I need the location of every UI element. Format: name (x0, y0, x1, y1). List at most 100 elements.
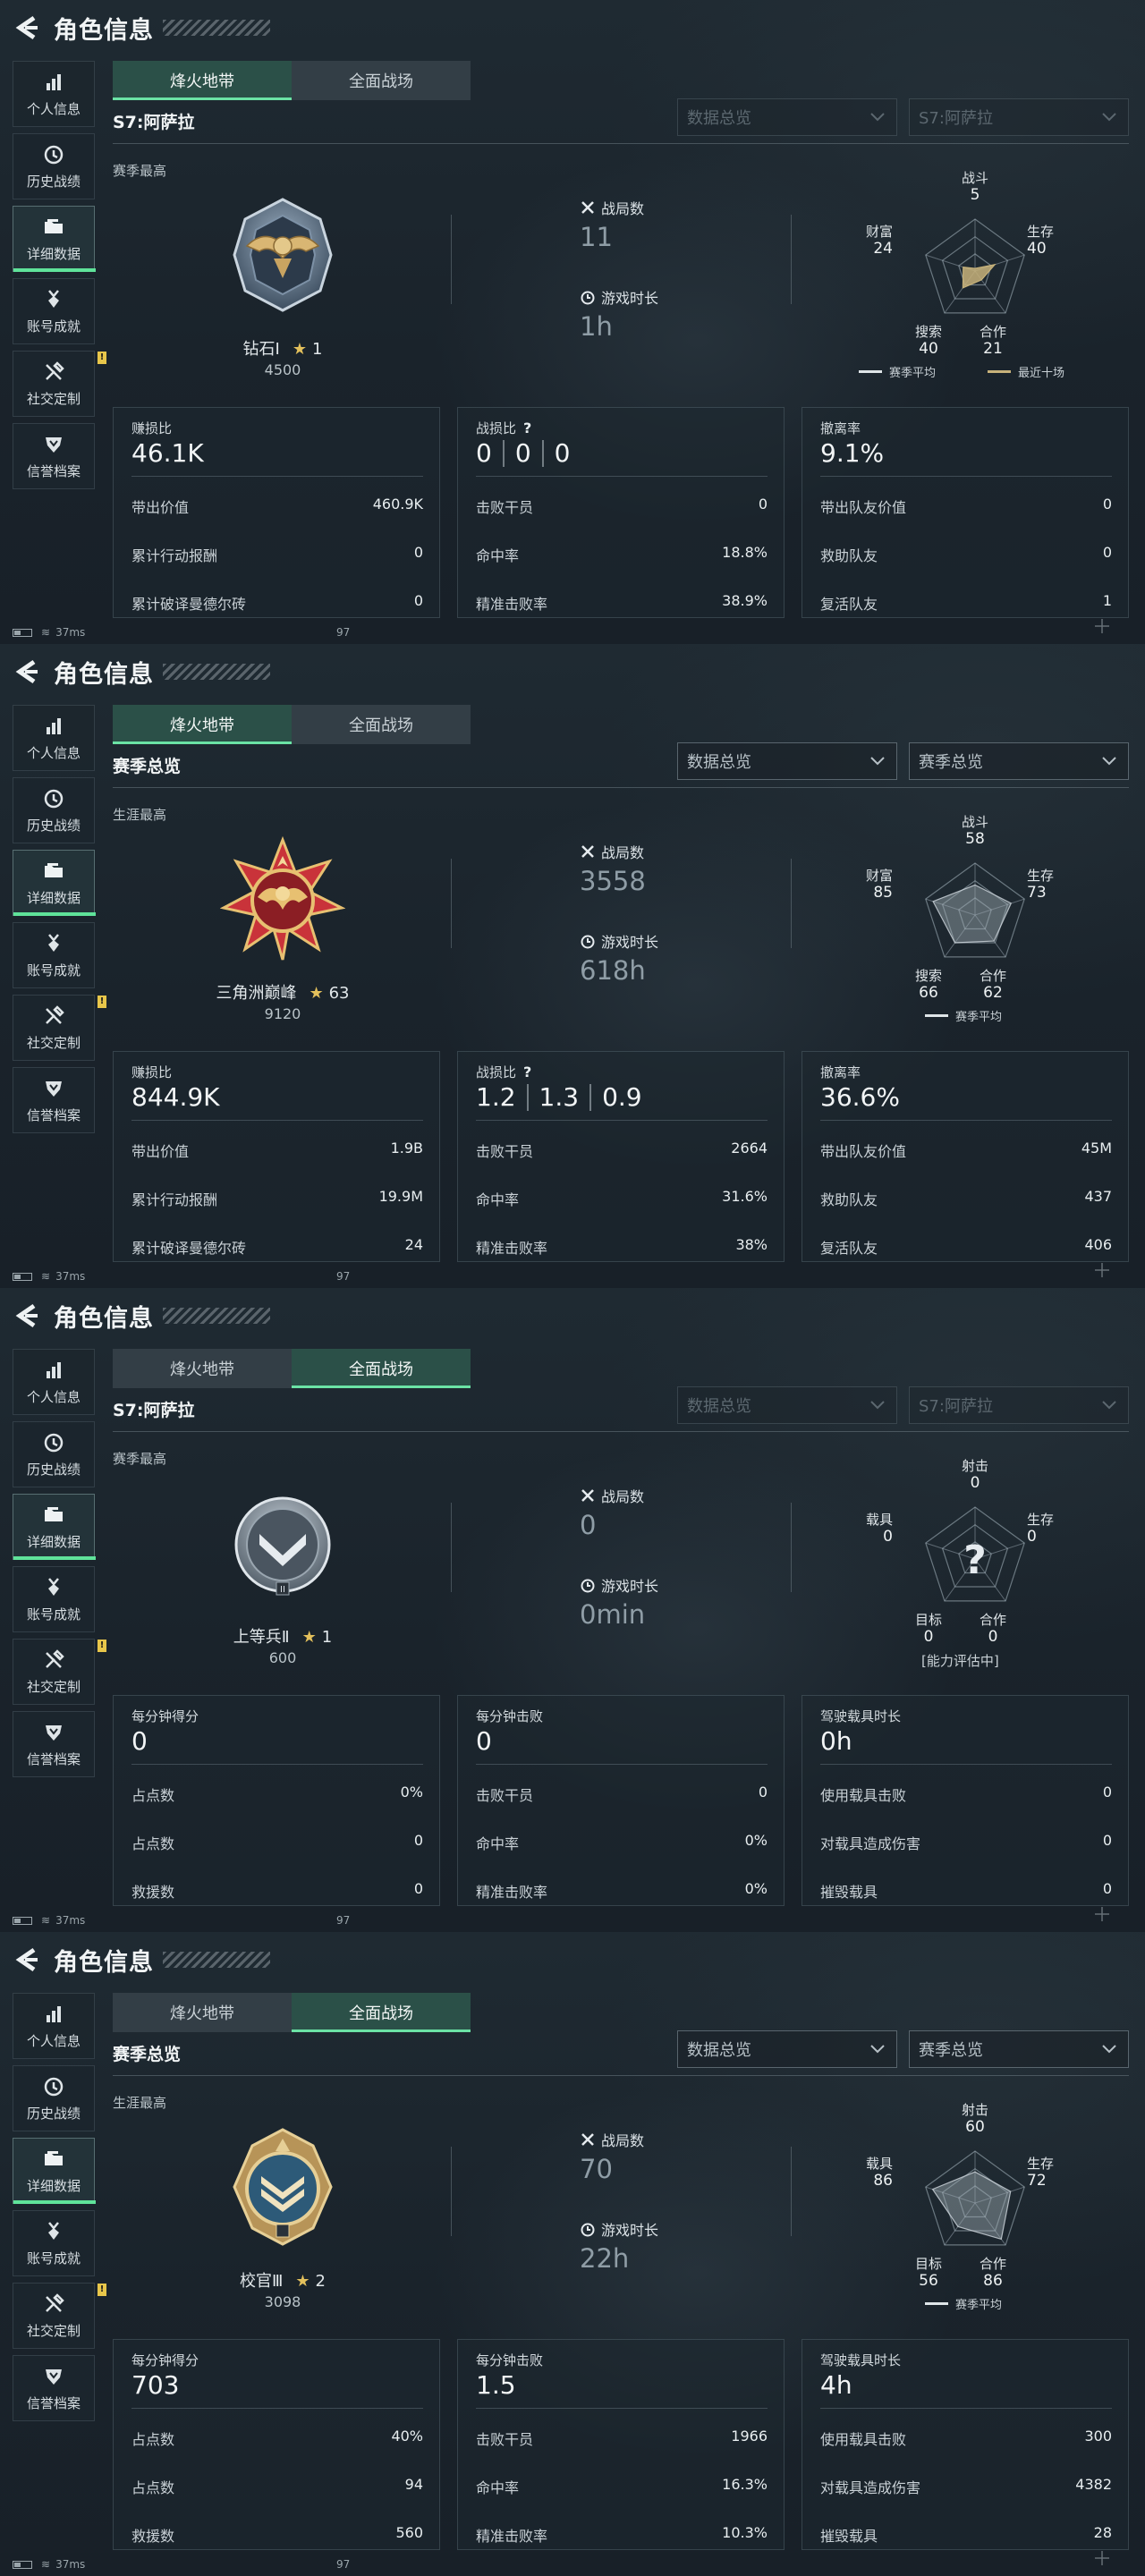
sidebar-item-3[interactable]: 账号成就 (13, 278, 95, 344)
matches-stat: 战局数 70 (580, 2129, 644, 2184)
tab-operations[interactable]: 烽火地带 (113, 1349, 292, 1388)
row-value: 45M (1081, 1140, 1112, 1157)
radar-axis-value: 62 (983, 984, 1003, 1002)
stat-card-2: 驾驶载具时长 4h 使用载具击败 300 对载具造成伤害 4382 摧毁载具 28 (802, 2339, 1129, 2550)
sidebar-item-0[interactable]: 个人信息 (13, 1993, 95, 2059)
sidebar-item-3[interactable]: 账号成就 (13, 1566, 95, 1632)
divider (451, 1503, 452, 1592)
sidebar-item-0[interactable]: 个人信息 (13, 61, 95, 127)
row-label: 摧毁载具 (820, 1884, 878, 1901)
tab-operations[interactable]: 烽火地带 (113, 705, 292, 744)
card-title-text: 每分钟得分 (131, 1708, 199, 1724)
sidebar-item-label: 账号成就 (26, 1606, 81, 1623)
matches-label: 战局数 (601, 2132, 645, 2149)
sidebar-item-1[interactable]: 历史战绩 (13, 2065, 95, 2131)
rank-line: 三角洲巅峰 ★ 63 (140, 980, 426, 1004)
row-label: 命中率 (476, 1835, 520, 1852)
sidebar-item-1[interactable]: 历史战绩 (13, 1421, 95, 1487)
divider (476, 476, 768, 477)
card-row: 带出队友价值 0 (820, 496, 1112, 517)
data-type-select[interactable]: 数据总览 (677, 2030, 897, 2068)
card-row: 救助队友 0 (820, 544, 1112, 565)
card-row: 精准击败率 38.9% (476, 592, 768, 614)
sidebar-item-5[interactable]: 信誉档案 (13, 1067, 95, 1133)
sidebar-item-0[interactable]: 个人信息 (13, 705, 95, 771)
sidebar-item-2[interactable]: 详细数据 (13, 850, 96, 916)
season-select[interactable]: 赛季总览 (909, 742, 1129, 780)
radar-axis-value: 21 (983, 340, 1003, 358)
sidebar-item-4[interactable]: 社交定制 ! (13, 1639, 106, 1705)
card-title: 撤离率 (820, 419, 861, 437)
divider (791, 215, 792, 304)
sidebar-item-3[interactable]: 账号成就 (13, 2210, 95, 2276)
season-select[interactable]: S7:阿萨拉 (909, 98, 1129, 136)
back-arrow-icon[interactable] (13, 657, 43, 687)
tab-warfare[interactable]: 全面战场 (292, 705, 471, 744)
sidebar-item-label: 社交定制 (26, 390, 81, 407)
card-row: 累计行动报酬 19.9M (131, 1188, 423, 1209)
sidebar-item-5[interactable]: 信誉档案 (13, 2355, 95, 2421)
header: 角色信息 (0, 644, 1145, 699)
data-type-select[interactable]: 数据总览 (677, 742, 897, 780)
sidebar-item-5[interactable]: 信誉档案 (13, 423, 95, 489)
clock-icon (44, 145, 64, 164)
select-value: S7:阿萨拉 (919, 109, 993, 128)
status-number: 97 (336, 1270, 351, 1283)
season-select[interactable]: S7:阿萨拉 (909, 1386, 1129, 1424)
card-value: 703 (131, 2370, 180, 2400)
divider (451, 215, 452, 304)
season-select[interactable]: 赛季总览 (909, 2030, 1129, 2068)
question-icon[interactable]: ? (523, 419, 539, 436)
row-label: 命中率 (476, 1191, 520, 1208)
sidebar-item-4[interactable]: 社交定制 ! (13, 2283, 106, 2349)
divider (113, 1431, 1129, 1432)
mode-tabs: 烽火地带 全面战场 (113, 705, 471, 744)
radar-axis-bottom-left: 目标 0 (902, 1612, 955, 1646)
back-arrow-icon[interactable] (13, 13, 43, 43)
back-arrow-icon[interactable] (13, 1945, 43, 1975)
wrench-icon (46, 1004, 64, 1024)
clock-icon (44, 1433, 64, 1452)
best-rank-label: 赛季最高 (113, 1451, 167, 1467)
stat-card-1: 战损比? 1.2 1.3 0.9 击败干员 2664 命中率 31.6% 精准击… (457, 1051, 785, 1262)
data-type-select[interactable]: 数据总览 (677, 1386, 897, 1424)
card-title-text: 驾驶载具时长 (820, 2352, 902, 2368)
ping-value: 37ms (55, 1914, 86, 1927)
sidebar-item-2[interactable]: 详细数据 (13, 206, 96, 272)
question-icon[interactable]: ? (523, 1063, 539, 1080)
shield-icon (46, 1724, 62, 1741)
sidebar-item-0[interactable]: 个人信息 (13, 1349, 95, 1415)
sidebar-item-4[interactable]: 社交定制 ! (13, 995, 106, 1061)
tab-warfare[interactable]: 全面战场 (292, 1349, 471, 1388)
medal-icon (48, 1577, 59, 1596)
select-value: 数据总览 (687, 753, 751, 772)
stat-card-0: 每分钟得分 703 占点数 40% 占点数 94 救援数 560 (113, 2339, 440, 2550)
data-type-select[interactable]: 数据总览 (677, 98, 897, 136)
radar-axis-value: 0 (970, 1474, 980, 1492)
sidebar-item-2[interactable]: 详细数据 (13, 2138, 96, 2204)
row-label: 累计行动报酬 (131, 1191, 218, 1208)
bar-chart-icon (47, 1361, 61, 1378)
row-label: 救助队友 (820, 1191, 878, 1208)
radar-axis-value: 56 (919, 2272, 938, 2290)
sidebar-item-3[interactable]: 账号成就 (13, 922, 95, 988)
divider (791, 2147, 792, 2236)
row-value: 0 (413, 1880, 423, 1897)
sidebar-item-4[interactable]: 社交定制 ! (13, 351, 106, 417)
back-arrow-icon[interactable] (13, 1301, 43, 1331)
legend-recent: 最近十场 (988, 363, 1064, 380)
tab-operations[interactable]: 烽火地带 (113, 1993, 292, 2032)
radar-axis-value: 66 (919, 984, 938, 1002)
sidebar-item-2[interactable]: 详细数据 (13, 1494, 96, 1560)
tab-warfare[interactable]: 全面战场 (292, 61, 471, 100)
sidebar-item-1[interactable]: 历史战绩 (13, 133, 95, 199)
row-value: 19.9M (378, 1188, 423, 1205)
tab-operations[interactable]: 烽火地带 (113, 61, 292, 100)
sidebar-item-1[interactable]: 历史战绩 (13, 777, 95, 843)
rank-name: 三角洲巅峰 (216, 984, 297, 1003)
header: 角色信息 (0, 1932, 1145, 1987)
sidebar-item-5[interactable]: 信誉档案 (13, 1711, 95, 1777)
character-info-panel: 角色信息 个人信息 历史战绩 详细数据 账号成就 社交定制 ! 信誉档案 烽火地… (0, 1288, 1145, 1932)
tab-warfare[interactable]: 全面战场 (292, 1993, 471, 2032)
folder-icon (45, 862, 63, 877)
